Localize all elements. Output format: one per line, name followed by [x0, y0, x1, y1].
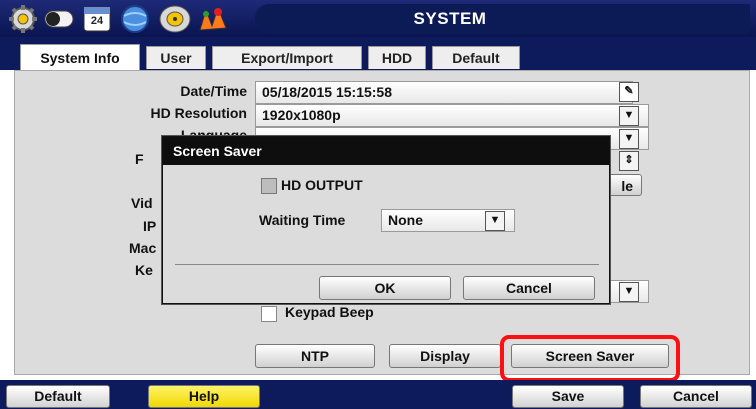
screen-saver-dialog: Screen Saver HD OUTPUT Waiting Time None…: [162, 136, 610, 304]
dialog-cancel-button[interactable]: Cancel: [463, 276, 595, 300]
partial-dropdown-icon[interactable]: ▼: [619, 282, 639, 302]
dialog-divider: [175, 264, 599, 265]
waiting-time-dropdown-icon[interactable]: ▼: [485, 211, 505, 231]
dialog-title: Screen Saver: [163, 137, 609, 165]
tab-default[interactable]: Default: [432, 46, 520, 69]
tab-hdd[interactable]: HDD: [368, 46, 426, 69]
tab-system-info[interactable]: System Info: [20, 44, 140, 71]
dialog-ok-button[interactable]: OK: [319, 276, 451, 300]
calendar-day-number: 24: [90, 15, 104, 27]
language-dropdown-icon[interactable]: ▼: [619, 129, 639, 149]
tab-user[interactable]: User: [146, 46, 206, 69]
bottom-bar: Default Help Save Cancel: [0, 380, 756, 409]
gear-icon[interactable]: [6, 4, 40, 34]
toggle-icon[interactable]: [42, 4, 76, 34]
color-palette-icon[interactable]: [196, 4, 230, 34]
keypad-beep-label: Keypad Beep: [285, 304, 374, 320]
datetime-label: Date/Time: [180, 83, 247, 99]
globe-icon[interactable]: [118, 4, 152, 34]
tab-strip: System Info User Export/Import HDD Defau…: [0, 37, 756, 71]
tab-export-import[interactable]: Export/Import: [212, 46, 362, 69]
save-button[interactable]: Save: [512, 385, 624, 408]
disc-icon[interactable]: [158, 4, 192, 34]
waiting-time-label: Waiting Time: [259, 212, 346, 228]
window-title: SYSTEM: [413, 9, 487, 28]
calendar-icon[interactable]: 24: [80, 4, 114, 34]
resolution-dropdown-icon[interactable]: ▼: [619, 106, 639, 126]
resolution-select[interactable]: 1920x1080p: [255, 104, 649, 127]
edit-pencil-icon[interactable]: ✎: [619, 82, 639, 102]
cancel-button[interactable]: Cancel: [640, 385, 752, 408]
display-button[interactable]: Display: [389, 344, 501, 368]
hd-output-label: HD OUTPUT: [281, 177, 363, 193]
datetime-field[interactable]: 05/18/2015 15:15:58: [255, 81, 633, 104]
resolution-label: HD Resolution: [150, 105, 247, 121]
keypad-beep-checkbox[interactable]: [261, 306, 277, 322]
partial-label-f: F: [135, 151, 144, 167]
spinner-updown-icon[interactable]: ⇕: [619, 151, 639, 171]
help-button[interactable]: Help: [148, 385, 260, 408]
default-button[interactable]: Default: [6, 385, 110, 408]
highlight-box: [500, 335, 680, 382]
ntp-button[interactable]: NTP: [255, 344, 375, 368]
hd-output-checkbox[interactable]: [261, 178, 277, 194]
title-bar: 24 SYSTEM: [0, 0, 756, 37]
